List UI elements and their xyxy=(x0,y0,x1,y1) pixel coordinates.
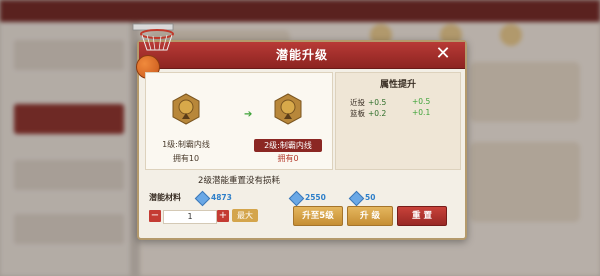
gem-icon xyxy=(288,190,305,207)
dialog-header: 潜能升级 ✕ xyxy=(139,42,465,69)
attribute-row: 近投 +0.5 +0.5 xyxy=(350,97,431,107)
upgrade-preview: ➔ 1级:制霸内线 拥有10 2级:制霸内线 拥有0 xyxy=(145,72,333,170)
max-button[interactable]: 最大 xyxy=(232,209,258,222)
decrease-button[interactable]: − xyxy=(149,210,161,222)
close-button[interactable]: ✕ xyxy=(433,44,453,64)
increase-button[interactable]: + xyxy=(217,210,229,222)
dialog-title: 潜能升级 xyxy=(275,48,328,62)
next-owned-count: 拥有0 xyxy=(277,154,299,163)
potential-upgrade-dialog: 潜能升级 ✕ ➔ 1级:制霸内线 拥有10 2级:制霸内线 拥有0 属性提升 近… xyxy=(132,23,467,240)
next-skill-label: 2级:制霸内线 xyxy=(254,139,322,152)
attribute-boost-panel: 属性提升 近投 +0.5 +0.5 篮板 +0.2 +0.1 xyxy=(335,72,461,170)
arrow-right-icon: ➔ xyxy=(244,109,253,120)
reset-note: 2级潜能重置没有损耗 xyxy=(198,176,280,186)
gem-icon xyxy=(348,190,365,207)
current-potential-badge-icon xyxy=(172,93,200,125)
gem-icon xyxy=(194,190,211,207)
reset-button[interactable]: 重 置 xyxy=(397,206,447,226)
material-label: 潜能材料 xyxy=(149,193,181,202)
current-owned-count: 拥有10 xyxy=(172,154,200,163)
current-skill-label: 1级:制霸内线 xyxy=(162,140,210,149)
quantity-input[interactable]: 1 xyxy=(163,210,217,224)
material-amount: 4873 xyxy=(211,193,232,202)
upgrade-to-level-button[interactable]: 升至5级 xyxy=(293,206,343,226)
upgrade-cost: 50 xyxy=(365,193,376,202)
upgrade-to-cost: 2550 xyxy=(305,193,326,202)
next-potential-badge-icon xyxy=(274,93,302,125)
upgrade-button[interactable]: 升 级 xyxy=(347,206,393,226)
attribute-row: 篮板 +0.2 +0.1 xyxy=(350,108,431,118)
attribute-title: 属性提升 xyxy=(379,80,416,90)
